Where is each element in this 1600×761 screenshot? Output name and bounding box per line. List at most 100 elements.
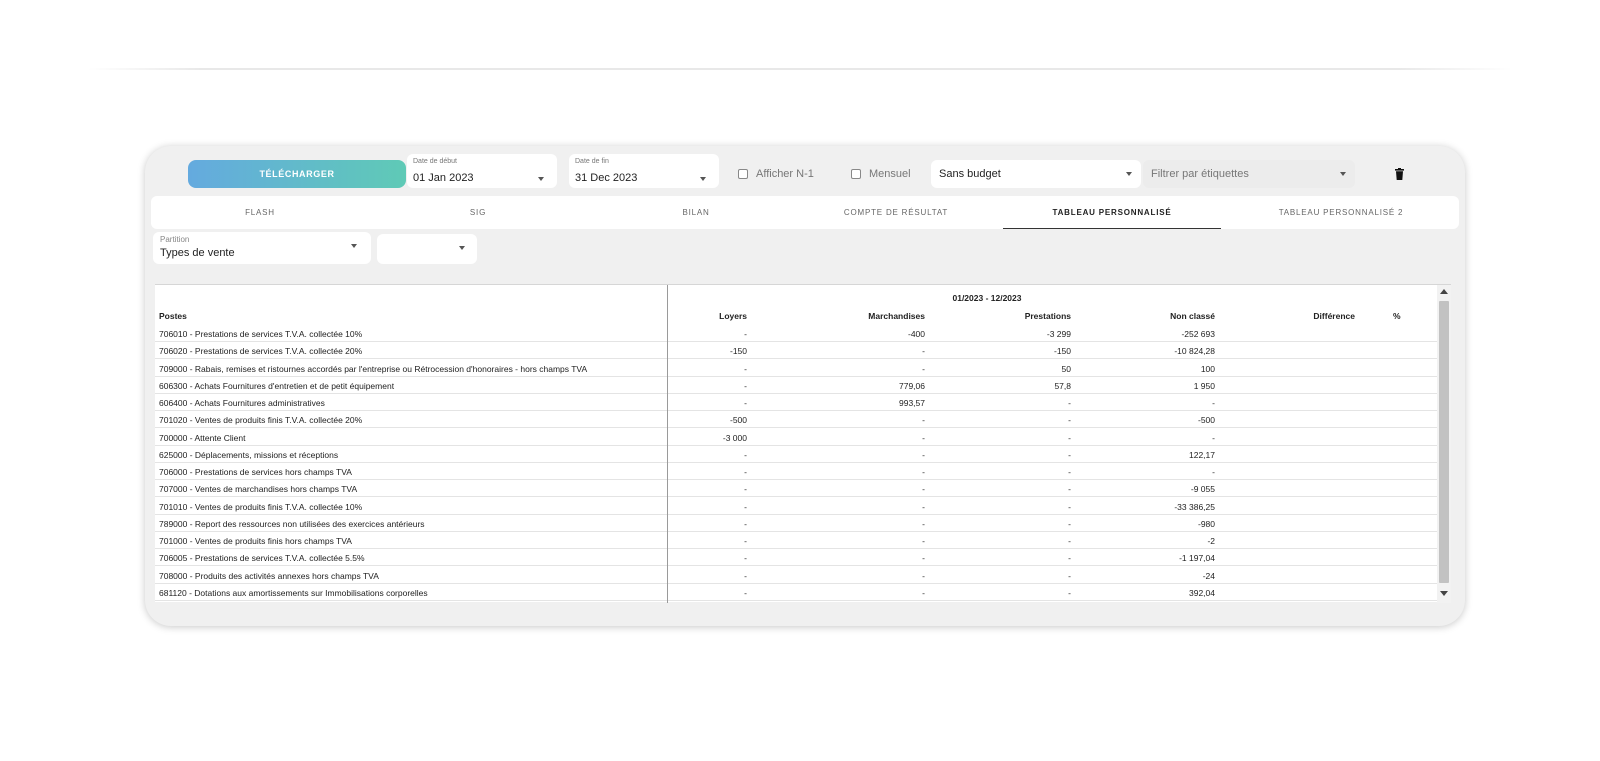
cell-prestations: -	[1068, 432, 1071, 443]
cell-prestations: -	[1068, 518, 1071, 529]
cell-prestations: -3 299	[1046, 329, 1071, 339]
table-row: 701010 - Ventes de produits finis T.V.A.…	[155, 498, 1437, 515]
cell-marchandises: 993,57	[899, 398, 925, 408]
cell-non-classe: -252 693	[1181, 329, 1215, 339]
cell-marchandises: -	[922, 346, 925, 357]
tab-compte-de-resultat[interactable]: COMPTE DE RÉSULTAT	[787, 196, 1005, 229]
chevron-down-icon	[1126, 172, 1132, 176]
start-date-value: 01 Jan 2023	[413, 172, 474, 184]
data-table: 01/2023 - 12/2023 Postes Loyers Marchand…	[155, 284, 1451, 603]
cell-poste: 701010 - Ventes de produits finis T.V.A.…	[159, 501, 363, 512]
partition-label: Partition	[160, 235, 190, 244]
start-date-field[interactable]: Date de début 01 Jan 2023	[407, 154, 557, 188]
cell-marchandises: -	[922, 570, 925, 581]
cell-loyers: -	[744, 536, 747, 546]
table-row: 625000 - Déplacements, missions et récep…	[155, 446, 1437, 463]
tab-sig[interactable]: SIG	[369, 196, 587, 229]
cell-poste: 625000 - Déplacements, missions et récep…	[159, 449, 339, 460]
cell-prestations: -	[1068, 484, 1071, 495]
tab-flash[interactable]: FLASH	[151, 196, 369, 229]
tags-filter-select[interactable]: Filtrer par étiquettes	[1143, 160, 1355, 188]
cell-non-classe: 1 950	[1193, 380, 1215, 391]
monthly-checkbox[interactable]: Mensuel	[851, 168, 911, 180]
column-header-loyers: Loyers	[719, 311, 747, 321]
cell-non-classe: -	[1212, 398, 1215, 408]
cell-loyers: -	[744, 553, 747, 564]
cell-loyers: -	[744, 570, 747, 581]
download-button[interactable]: TÉLÉCHARGER	[188, 160, 406, 188]
table-row: 701000 - Ventes de produits finis hors c…	[155, 532, 1437, 549]
cell-prestations: -	[1068, 501, 1071, 512]
end-date-label: Date de fin	[575, 158, 609, 165]
chevron-down-icon	[351, 244, 357, 248]
cell-marchandises: -400	[907, 329, 925, 339]
cell-marchandises: -	[922, 432, 925, 443]
table-row: 708000 - Produits des activités annexes …	[155, 567, 1437, 584]
cell-prestations: -150	[1053, 346, 1071, 357]
scroll-thumb[interactable]	[1439, 301, 1449, 583]
cell-prestations: -	[1068, 467, 1071, 477]
budget-select-value: Sans budget	[939, 168, 1001, 180]
show-n1-checkbox[interactable]: Afficher N-1	[738, 168, 814, 180]
cell-poste: 708000 - Produits des activités annexes …	[159, 570, 379, 581]
cell-poste: 606400 - Achats Fournitures administrati…	[159, 398, 325, 408]
vertical-scrollbar[interactable]	[1437, 285, 1451, 603]
tab-tableau-personnalise-2[interactable]: TABLEAU PERSONNALISÉ 2	[1223, 196, 1459, 229]
partition-select[interactable]: Partition Types de vente	[153, 232, 371, 264]
cell-prestations: -	[1068, 398, 1071, 408]
tab-tableau-personnalise[interactable]: TABLEAU PERSONNALISÉ	[1003, 196, 1221, 229]
cell-marchandises: -	[922, 587, 925, 598]
cell-loyers: -	[744, 449, 747, 460]
checkbox-icon	[851, 169, 861, 179]
cell-prestations: -	[1068, 536, 1071, 546]
cell-non-classe: -24	[1202, 570, 1215, 581]
cell-non-classe: -9 055	[1190, 484, 1215, 495]
cell-non-classe: 122,17	[1189, 449, 1215, 460]
trash-icon[interactable]	[1395, 168, 1404, 180]
report-panel: TÉLÉCHARGER Date de début 01 Jan 2023 Da…	[145, 146, 1465, 626]
cell-poste: 700000 - Attente Client	[159, 432, 246, 443]
cell-prestations: -	[1068, 449, 1071, 460]
budget-select[interactable]: Sans budget	[931, 160, 1141, 188]
cell-prestations: -	[1068, 415, 1071, 426]
cell-prestations: 57,8	[1054, 380, 1071, 391]
table-row: 701020 - Ventes de produits finis T.V.A.…	[155, 411, 1437, 429]
cell-poste: 681120 - Dotations aux amortissements su…	[159, 587, 428, 598]
cell-poste: 701000 - Ventes de produits finis hors c…	[159, 536, 352, 546]
scroll-up-arrow-icon[interactable]	[1440, 289, 1448, 294]
period-header: 01/2023 - 12/2023	[952, 293, 1022, 303]
table-row: 707000 - Ventes de marchandises hors cha…	[155, 480, 1437, 498]
cell-prestations: -	[1068, 587, 1071, 598]
cell-non-classe: -10 824,28	[1174, 346, 1215, 357]
monthly-label: Mensuel	[869, 168, 911, 180]
cell-marchandises: -	[922, 363, 925, 374]
column-header-postes: Postes	[159, 311, 187, 321]
tab-bilan[interactable]: BILAN	[587, 196, 805, 229]
cell-non-classe: -1 197,04	[1179, 553, 1215, 564]
cell-marchandises: 779,06	[899, 380, 925, 391]
table-row: 706005 - Prestations de services T.V.A. …	[155, 549, 1437, 567]
chevron-down-icon	[700, 177, 706, 181]
column-header-percent: %	[1393, 311, 1401, 321]
end-date-field[interactable]: Date de fin 31 Dec 2023	[569, 154, 719, 188]
cell-non-classe: -2	[1207, 536, 1215, 546]
cell-poste: 709000 - Rabais, remises et ristournes a…	[159, 363, 588, 374]
cell-loyers: -	[744, 587, 747, 598]
table-row: 706020 - Prestations de services T.V.A. …	[155, 342, 1437, 360]
cell-poste: 701020 - Ventes de produits finis T.V.A.…	[159, 415, 363, 426]
cell-non-classe: -	[1212, 432, 1215, 443]
table-row: 606400 - Achats Fournitures administrati…	[155, 394, 1437, 411]
checkbox-icon	[738, 169, 748, 179]
cell-prestations: -	[1068, 570, 1071, 581]
scroll-down-arrow-icon[interactable]	[1440, 591, 1448, 596]
table-row: 700000 - Attente Client -3 000 - - -	[155, 429, 1437, 446]
cell-prestations: -	[1068, 553, 1071, 564]
cell-loyers: -	[744, 501, 747, 512]
table-row: 706010 - Prestations de services T.V.A. …	[155, 325, 1437, 342]
partition-secondary-select[interactable]	[377, 234, 477, 264]
cell-non-classe: 100	[1200, 363, 1215, 374]
cell-marchandises: -	[922, 484, 925, 495]
cell-poste: 606300 - Achats Fournitures d'entretien …	[159, 380, 395, 391]
cell-loyers: -3 000	[722, 432, 747, 443]
cell-marchandises: -	[922, 536, 925, 546]
